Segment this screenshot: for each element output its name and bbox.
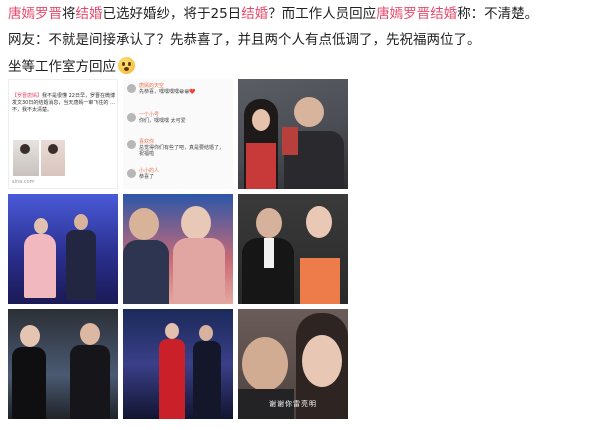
image-photo[interactable] [238, 194, 348, 304]
orange-dress [300, 258, 340, 304]
thumbnail-photo [41, 140, 65, 176]
image-caption: 谢谢你雷亮明 [269, 400, 317, 408]
face [165, 323, 179, 339]
comment-body: 先恭喜，嘿嘿嘿嘿😁😁❤️ [139, 89, 196, 95]
suit [193, 341, 221, 419]
avatar [127, 169, 136, 178]
red-dress [246, 143, 276, 189]
face [80, 323, 100, 345]
face [74, 214, 88, 230]
avatar [127, 140, 136, 149]
pink-dress [173, 238, 225, 304]
black-dress [12, 347, 46, 419]
keyword-link[interactable]: 结婚 [241, 6, 268, 22]
comment-text: 小小的人 恭喜了 [139, 168, 227, 180]
comment-text: 一个小号 你们，嘿嘿嘿 太可爱 [139, 112, 227, 124]
face [20, 325, 40, 347]
fearful-face-emoji-icon [118, 57, 135, 74]
post-text: 坐等工作室方回应 [8, 59, 116, 75]
face [129, 208, 159, 240]
image-weibo-screenshot[interactable]: 【罗晋唐嫣】我不是很懂 22日早，罗晋在微博发文30日的结婚消息，当天唐嫣一审飞… [8, 79, 118, 189]
post-line-2: 网友：不就是间接承认了？先恭喜了，并且两个人有点低调了，先祝福两位了。 [8, 32, 481, 48]
pink-dress [24, 234, 56, 298]
weibo-post: 唐嫣罗晋将结婚已选好婚纱，将于25日结婚？而工作人员回应唐嫣罗晋结婚称：不清楚。… [0, 0, 603, 430]
post-line-1: 唐嫣罗晋将结婚已选好婚纱，将于25日结婚？而工作人员回应唐嫣罗晋结婚称：不清楚。 [8, 5, 538, 23]
suit [70, 345, 110, 419]
post-text: ？而工作人员回应 [268, 6, 377, 22]
shirt [264, 238, 274, 268]
post-text: 称：不清楚。 [457, 6, 539, 22]
post-text: 已选好婚纱，将于25日 [102, 6, 242, 22]
comment-item: 一个小号 你们，嘿嘿嘿 太可爱 [127, 112, 229, 132]
image-photo[interactable] [8, 194, 118, 304]
face [242, 337, 288, 391]
comment-body: 恭喜了 [139, 174, 155, 180]
face [302, 335, 342, 387]
hashtag-link[interactable]: 唐嫣罗晋 [8, 6, 62, 22]
hashtag-link[interactable]: 唐嫣罗晋 [376, 6, 430, 22]
face [294, 97, 324, 127]
red-box [282, 127, 298, 155]
suit [66, 230, 96, 300]
comment-item: 喜欢你 总觉得你们有些了吧，真是要结婚了，祝福啦 [127, 139, 229, 159]
screenshot-hashtag: 【罗晋唐嫣】 [12, 93, 43, 99]
suit [123, 240, 169, 304]
image-photo-captioned[interactable]: 谢谢你雷亮明 [238, 309, 348, 419]
screenshot-source: sina.com [12, 179, 35, 185]
keyword-link[interactable]: 结婚 [430, 6, 457, 22]
image-photo[interactable] [238, 79, 348, 189]
face [199, 325, 213, 341]
thumbnail-photo [13, 140, 39, 176]
comment-body: 总觉得你们有些了吧，真是要结婚了，祝福啦 [139, 145, 225, 157]
image-photo[interactable] [123, 309, 233, 419]
comment-text: 喜欢你 总觉得你们有些了吧，真是要结婚了，祝福啦 [139, 139, 227, 157]
comment-item: 唐嫣的天空 先恭喜，嘿嘿嘿嘿😁😁❤️ [127, 83, 229, 103]
image-comments-screenshot[interactable]: 唐嫣的天空 先恭喜，嘿嘿嘿嘿😁😁❤️ 一个小号 你们，嘿嘿嘿 太可爱 喜欢你 总觉得你… [123, 79, 233, 189]
image-photo[interactable] [123, 194, 233, 304]
image-photo[interactable] [8, 309, 118, 419]
comment-body: 你们，嘿嘿嘿 太可爱 [139, 118, 186, 124]
post-line-3: 坐等工作室方回应 [8, 57, 135, 76]
avatar [127, 113, 136, 122]
face [306, 206, 332, 238]
comment-item: 小小的人 恭喜了 [127, 168, 229, 188]
comment-text: 唐嫣的天空 先恭喜，嘿嘿嘿嘿😁😁❤️ [139, 83, 227, 95]
face [34, 218, 48, 234]
keyword-link[interactable]: 结婚 [76, 6, 103, 22]
post-text: 将 [62, 6, 76, 22]
face [181, 206, 211, 240]
face [252, 109, 270, 131]
red-gown [159, 339, 185, 419]
avatar [127, 84, 136, 93]
screenshot-text: 【罗晋唐嫣】我不是很懂 22日早，罗晋在微博发文30日的结婚消息，当天唐嫣一审飞… [12, 93, 116, 114]
face [256, 208, 282, 238]
